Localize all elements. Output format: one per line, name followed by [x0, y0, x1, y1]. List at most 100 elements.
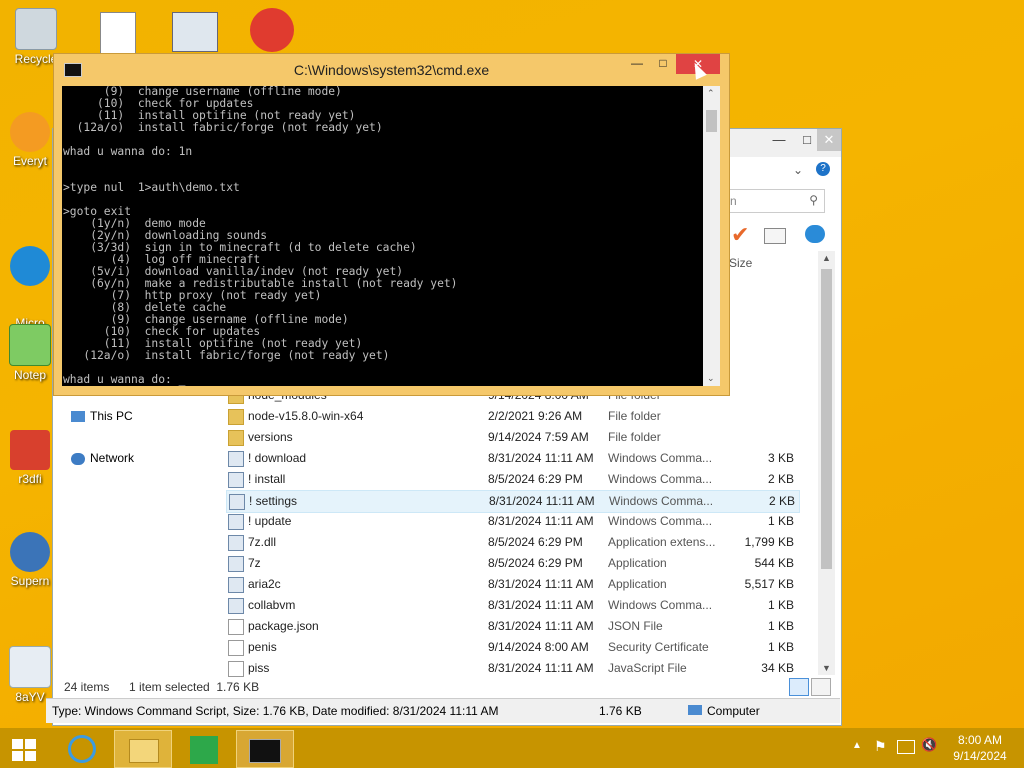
cmd-window[interactable]: C:\Windows\system32\cmd.exe — □ ✕ (9) ch… [53, 53, 730, 396]
file-row[interactable]: package.json 8/31/2024 11:11 AM JSON File 1… [226, 616, 798, 637]
explorer-scrollbar[interactable]: ▲ ▼ [818, 251, 835, 675]
file-name: ! update [248, 514, 292, 528]
file-date: 8/5/2024 6:29 PM [488, 472, 583, 486]
rename-icon[interactable] [764, 228, 786, 244]
application-icon [228, 472, 244, 488]
file-row[interactable]: ! settings 8/31/2024 11:11 AM Windows Comm… [226, 490, 800, 513]
desktop-icon-script[interactable] [100, 12, 136, 54]
nav-item-this-pc[interactable]: This PC [71, 409, 133, 423]
show-hidden-icons-chevron-icon[interactable]: ▲ [852, 740, 862, 751]
taskbar-internet-explorer[interactable] [54, 730, 110, 766]
internet-explorer-icon [68, 735, 96, 763]
file-row[interactable]: aria2c 8/31/2024 11:11 AM Application 5,517… [226, 574, 798, 595]
properties-icon[interactable] [805, 225, 825, 243]
maximize-button[interactable]: □ [652, 56, 674, 74]
file-row[interactable]: 7z 8/5/2024 6:29 PM Application 544 KB [226, 553, 798, 574]
application-icon [228, 556, 244, 572]
notepad-icon [9, 324, 51, 366]
file-type: Windows Comma... [609, 494, 714, 508]
windows-logo-icon [12, 739, 36, 761]
console-output[interactable]: (9) change username (offline mode) (10) … [62, 86, 703, 386]
desktop-icon-label: Supern [10, 574, 50, 588]
action-center-flag-icon[interactable]: ⚑ [874, 738, 887, 755]
large-icons-view-button[interactable] [811, 678, 831, 696]
taskbar: ▲ ⚑ 🔇 8:00 AM 9/14/2024 [0, 728, 1024, 768]
file-size: 3 KB [767, 451, 794, 465]
volume-muted-icon[interactable]: 🔇 [921, 737, 937, 753]
scroll-thumb[interactable] [706, 110, 717, 132]
desktop-icon-notepad[interactable]: Notep [0, 324, 60, 382]
file-name: 7z.dll [248, 535, 277, 549]
file-row[interactable]: penis 9/14/2024 8:00 AM Security Certifica… [226, 637, 798, 658]
file-type: Windows Comma... [608, 472, 713, 486]
file-row[interactable]: node-v15.8.0-win-x64 2/2/2021 9:26 AM File… [226, 406, 798, 427]
file-date: 8/5/2024 6:29 PM [488, 556, 583, 570]
status-item-count: 24 items [64, 680, 110, 694]
clock[interactable]: 8:00 AM 9/14/2024 [944, 732, 1016, 764]
checkmark-icon[interactable]: ✔ [731, 222, 749, 248]
file-size: 2 KB [767, 472, 794, 486]
browser-icon [10, 430, 50, 470]
network-tray-icon[interactable] [897, 740, 915, 754]
cmd-title-bar[interactable]: C:\Windows\system32\cmd.exe — □ ✕ [54, 54, 729, 86]
minimize-button[interactable]: — [765, 129, 793, 151]
application-icon [228, 514, 244, 530]
desktop-icon-r3dfox[interactable]: r3dfi [0, 430, 60, 486]
scroll-up-arrow-icon[interactable]: ⌃ [707, 88, 715, 99]
folder-icon [228, 409, 244, 425]
file-row[interactable]: ! download 8/31/2024 11:11 AM Windows Comm… [226, 448, 798, 469]
file-row[interactable]: versions 9/14/2024 7:59 AM File folder [226, 427, 798, 448]
file-size: 1,799 KB [744, 535, 794, 549]
file-row[interactable]: piss 8/31/2024 11:11 AM JavaScript File 34 … [226, 658, 798, 679]
computer-icon [71, 411, 85, 423]
file-type: Windows Comma... [608, 451, 713, 465]
details-view-button[interactable] [789, 678, 809, 696]
taskbar-file-explorer[interactable] [114, 730, 172, 768]
minimize-button[interactable]: — [626, 56, 648, 74]
file-name: ! install [248, 472, 286, 486]
file-name: ! download [248, 451, 307, 465]
scroll-down-arrow-icon[interactable]: ▼ [822, 663, 831, 673]
application-icon [228, 535, 244, 551]
file-date: 8/31/2024 11:11 AM [488, 514, 594, 528]
desktop-icon-label: Notep [13, 368, 47, 382]
file-name: ! settings [249, 494, 298, 508]
ribbon-dropdown-chevron-icon[interactable]: ⌄ [793, 163, 803, 177]
desktop-icon-window[interactable] [172, 12, 218, 52]
file-name: versions [248, 430, 293, 444]
file-name: package.json [248, 619, 319, 633]
details-pane: Type: Windows Command Script, Size: 1.76… [46, 698, 840, 723]
desktop-icon-app[interactable] [250, 8, 294, 52]
file-type: Windows Comma... [608, 514, 713, 528]
file-row[interactable]: 7z.dll 8/5/2024 6:29 PM Application extens… [226, 532, 798, 553]
scroll-thumb[interactable] [821, 269, 832, 569]
scroll-up-arrow-icon[interactable]: ▲ [822, 253, 831, 263]
file-date: 9/14/2024 7:59 AM [488, 430, 589, 444]
desktop-icon-8ayv[interactable]: 8aYV [0, 646, 60, 704]
start-button[interactable] [0, 730, 48, 766]
file-type: Security Certificate [608, 640, 709, 654]
size-column-header[interactable]: Size [729, 256, 752, 270]
application-icon [229, 494, 245, 510]
desktop-icon-everything[interactable]: Everyt [0, 112, 60, 168]
taskbar-store[interactable] [176, 730, 232, 766]
close-button[interactable]: ✕ [817, 129, 841, 151]
file-type: JSON File [608, 619, 663, 633]
file-row[interactable]: ! update 8/31/2024 11:11 AM Windows Comma.… [226, 511, 798, 532]
taskbar-cmd[interactable] [236, 730, 294, 768]
console-scrollbar[interactable]: ⌃ ⌄ [703, 86, 720, 386]
file-size: 1 KB [767, 640, 794, 654]
file-type: Windows Comma... [608, 598, 713, 612]
clock-date: 9/14/2024 [953, 749, 1007, 763]
file-row[interactable]: collabvm 8/31/2024 11:11 AM Windows Comma.… [226, 595, 798, 616]
nav-item-network[interactable]: Network [71, 451, 134, 465]
search-box[interactable]: n ⚲ [725, 189, 825, 213]
desktop-icon-label: r3dfi [18, 472, 42, 486]
file-size: 1 KB [767, 514, 794, 528]
search-icon: ⚲ [809, 193, 818, 207]
search-app-icon [10, 112, 50, 152]
file-row[interactable]: ! install 8/5/2024 6:29 PM Windows Comma..… [226, 469, 798, 490]
desktop-icon-supern[interactable]: Supern [0, 532, 60, 588]
help-icon[interactable]: ? [816, 162, 830, 176]
scroll-down-arrow-icon[interactable]: ⌄ [707, 373, 715, 384]
